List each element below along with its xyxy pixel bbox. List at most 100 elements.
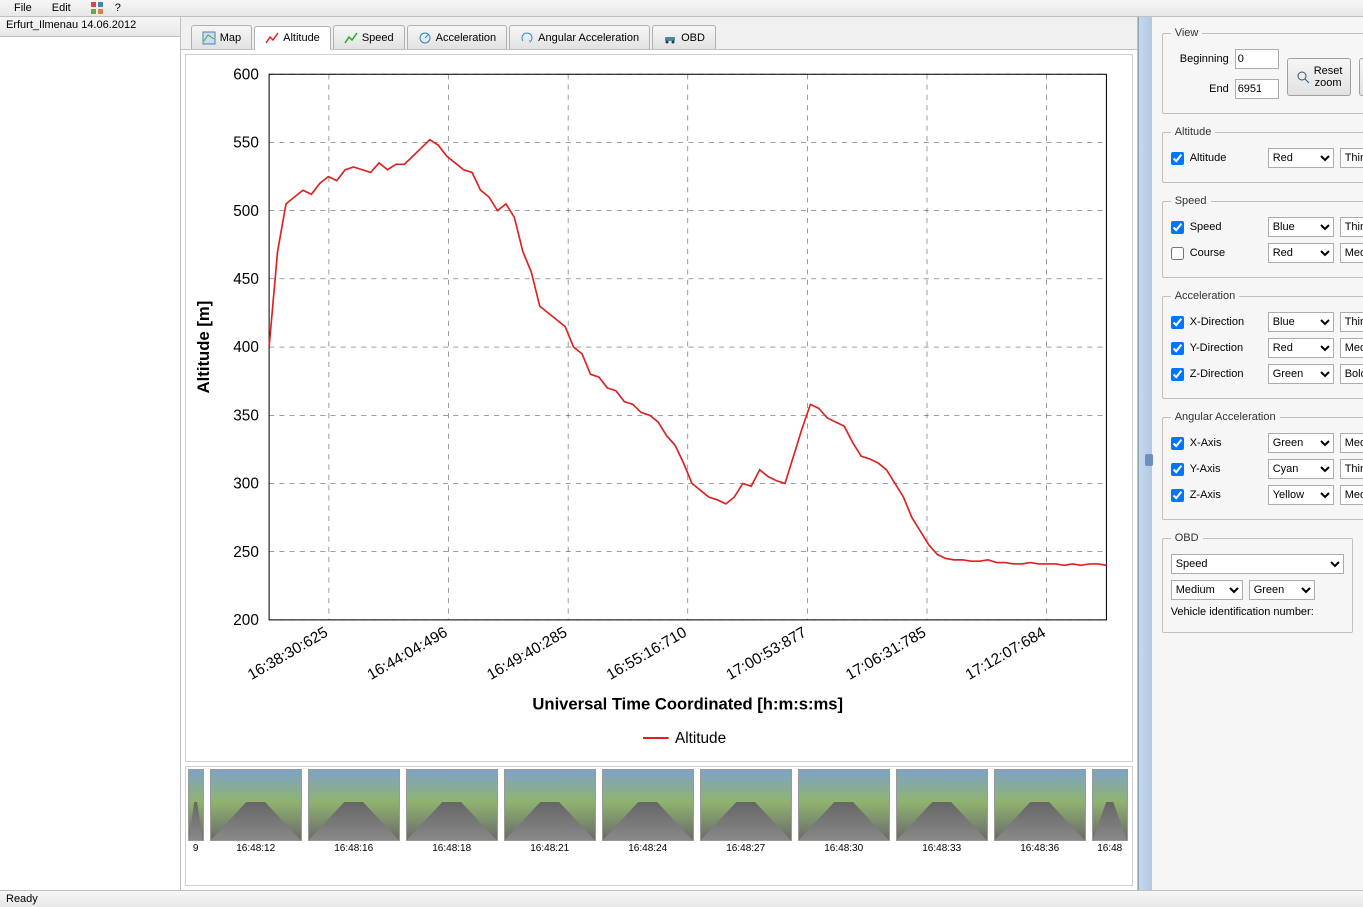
obd-weight-select[interactable]: ThinMediumBold	[1171, 580, 1243, 600]
angaccel-y-label: Y-Axis	[1190, 463, 1262, 475]
tab-bar: Map Altitude Speed Acceleration Angular …	[181, 17, 1137, 50]
thumbnail[interactable]: 16:48:12	[208, 767, 304, 861]
thumbnail-strip[interactable]: 916:48:1216:48:1616:48:1816:48:2116:48:2…	[185, 766, 1133, 886]
tree-panel: Erfurt_Ilmenau 14.06.2012	[0, 17, 181, 890]
group-altitude-legend: Altitude	[1171, 126, 1216, 138]
tab-altitude-label: Altitude	[283, 32, 320, 44]
accel-z-check[interactable]	[1171, 368, 1184, 381]
svg-text:350: 350	[233, 407, 259, 424]
altitude-check[interactable]	[1171, 152, 1184, 165]
tab-map[interactable]: Map	[191, 25, 252, 49]
status-text: Ready	[6, 893, 38, 905]
reset-view-button[interactable]: Reset view	[1359, 58, 1363, 96]
angaccel-y-check[interactable]	[1171, 463, 1184, 476]
map-icon	[202, 31, 216, 45]
group-angular-acceleration: Angular Acceleration X-Axis RedBlueGreen…	[1162, 411, 1363, 520]
menu-help[interactable]: ?	[105, 0, 131, 16]
angaccel-y-color-select[interactable]: RedBlueGreenCyanYellowBlack	[1268, 459, 1334, 479]
menu-file[interactable]: File	[4, 0, 42, 16]
thumbnail[interactable]: 16:48:27	[698, 767, 794, 861]
thumbnail[interactable]: 16:48:36	[992, 767, 1088, 861]
speed-weight-select[interactable]: ThinMediumBold	[1340, 217, 1363, 237]
group-speed: Speed Speed RedBlueGreenCyanYellowBlack …	[1162, 195, 1363, 278]
tree-root-item[interactable]: Erfurt_Ilmenau 14.06.2012	[0, 17, 180, 37]
accel-z-color-select[interactable]: RedBlueGreenCyanYellowBlack	[1268, 364, 1334, 384]
chart-line-icon	[265, 31, 279, 45]
svg-text:300: 300	[233, 476, 259, 493]
accel-x-check[interactable]	[1171, 316, 1184, 329]
accel-x-label: X-Direction	[1190, 316, 1262, 328]
group-obd: OBD SpeedRPMThrottle ThinMediumBold RedB…	[1162, 532, 1353, 633]
accel-y-color-select[interactable]: RedBlueGreenCyanYellowBlack	[1268, 338, 1334, 358]
accel-z-weight-select[interactable]: ThinMediumBold	[1340, 364, 1363, 384]
angaccel-x-color-select[interactable]: RedBlueGreenCyanYellowBlack	[1268, 433, 1334, 453]
tab-map-label: Map	[220, 32, 241, 44]
zoom-reset-icon	[1296, 70, 1310, 84]
thumbnail[interactable]: 16:48:24	[600, 767, 696, 861]
angaccel-z-color-select[interactable]: RedBlueGreenCyanYellowBlack	[1268, 485, 1334, 505]
menu-edit[interactable]: Edit	[42, 0, 81, 16]
angaccel-x-check[interactable]	[1171, 437, 1184, 450]
toolbar-quickaction-icon[interactable]	[89, 0, 105, 16]
beginning-label: Beginning	[1171, 53, 1229, 65]
svg-text:16:38:30:625: 16:38:30:625	[245, 624, 331, 684]
angaccel-z-label: Z-Axis	[1190, 489, 1262, 501]
accel-y-weight-select[interactable]: ThinMediumBold	[1340, 338, 1363, 358]
svg-text:Universal Time Coordinated [h:: Universal Time Coordinated [h:m:s:ms]	[532, 695, 843, 714]
accel-x-color-select[interactable]: RedBlueGreenCyanYellowBlack	[1268, 312, 1334, 332]
thumbnail[interactable]: 16:48:18	[404, 767, 500, 861]
accel-icon	[418, 31, 432, 45]
svg-text:16:44:04:496: 16:44:04:496	[364, 624, 450, 684]
accel-y-label: Y-Direction	[1190, 342, 1262, 354]
thumbnail[interactable]: 9	[186, 767, 206, 861]
vertical-splitter[interactable]	[1138, 17, 1152, 890]
group-angaccel-legend: Angular Acceleration	[1171, 411, 1280, 423]
thumbnail[interactable]: 16:48	[1090, 767, 1130, 861]
tab-speed-label: Speed	[362, 32, 394, 44]
speed-color-select[interactable]: RedBlueGreenCyanYellowBlack	[1268, 217, 1334, 237]
reset-zoom-button[interactable]: Reset zoom	[1287, 58, 1352, 96]
tab-angular-acceleration[interactable]: Angular Acceleration	[509, 25, 650, 49]
svg-text:250: 250	[233, 544, 259, 561]
angaccel-y-weight-select[interactable]: ThinMediumBold	[1340, 459, 1363, 479]
svg-text:16:49:40:285: 16:49:40:285	[484, 624, 570, 684]
svg-text:400: 400	[233, 339, 259, 356]
accel-y-check[interactable]	[1171, 342, 1184, 355]
svg-text:550: 550	[233, 135, 259, 152]
thumbnail[interactable]: 16:48:21	[502, 767, 598, 861]
group-speed-legend: Speed	[1171, 195, 1211, 207]
svg-text:16:55:16:710: 16:55:16:710	[603, 624, 689, 684]
angaccel-x-label: X-Axis	[1190, 437, 1262, 449]
course-check[interactable]	[1171, 247, 1184, 260]
course-weight-select[interactable]: ThinMediumBold	[1340, 243, 1363, 263]
angaccel-x-weight-select[interactable]: ThinMediumBold	[1340, 433, 1363, 453]
obd-channel-select[interactable]: SpeedRPMThrottle	[1171, 554, 1344, 574]
angaccel-z-check[interactable]	[1171, 489, 1184, 502]
thumbnail[interactable]: 16:48:30	[796, 767, 892, 861]
course-color-select[interactable]: RedBlueGreenCyanYellowBlack	[1268, 243, 1334, 263]
altitude-weight-select[interactable]: ThinMediumBold	[1340, 148, 1363, 168]
tab-obd[interactable]: OBD	[652, 25, 716, 49]
chart-area[interactable]: 20025030035040045050055060016:38:30:6251…	[185, 54, 1133, 762]
speed-check[interactable]	[1171, 221, 1184, 234]
end-input[interactable]	[1235, 79, 1279, 99]
end-label: End	[1171, 83, 1229, 95]
accel-x-weight-select[interactable]: ThinMediumBold	[1340, 312, 1363, 332]
menubar: File Edit ?	[0, 0, 1363, 17]
svg-text:17:00:53:877: 17:00:53:877	[723, 624, 809, 684]
altitude-color-select[interactable]: RedBlueGreenCyanYellowBlack	[1268, 148, 1334, 168]
status-bar: Ready	[0, 890, 1363, 907]
obd-color-select[interactable]: RedBlueGreenCyanYellowBlack	[1249, 580, 1315, 600]
speed-icon	[344, 31, 358, 45]
tab-speed[interactable]: Speed	[333, 25, 405, 49]
altitude-check-label: Altitude	[1190, 152, 1262, 164]
beginning-input[interactable]	[1235, 49, 1279, 69]
course-check-label: Course	[1190, 247, 1262, 259]
thumbnail[interactable]: 16:48:33	[894, 767, 990, 861]
thumbnail[interactable]: 16:48:16	[306, 767, 402, 861]
tab-altitude[interactable]: Altitude	[254, 26, 331, 50]
tab-acceleration[interactable]: Acceleration	[407, 25, 508, 49]
settings-panel: View Beginning End Reset zoom Reset view…	[1152, 17, 1363, 890]
group-acceleration-legend: Acceleration	[1171, 290, 1240, 302]
angaccel-z-weight-select[interactable]: ThinMediumBold	[1340, 485, 1363, 505]
